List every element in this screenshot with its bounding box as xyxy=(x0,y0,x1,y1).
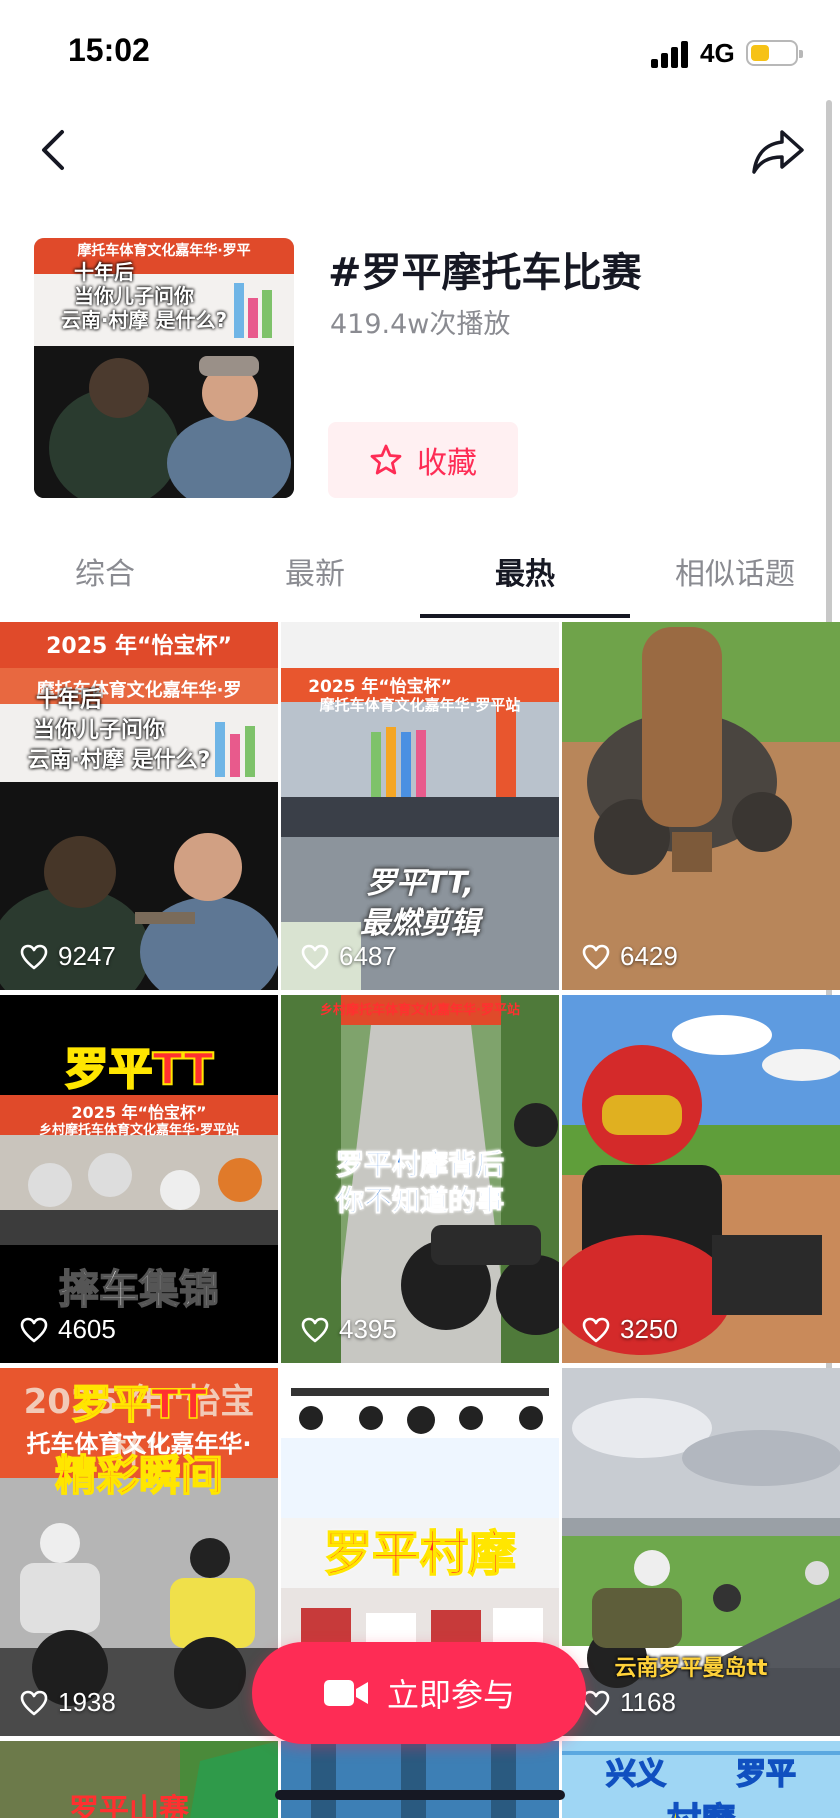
video-card[interactable]: 6429 xyxy=(562,622,840,990)
favorite-label: 收藏 xyxy=(417,446,477,481)
video-title-line: 罗平TT, xyxy=(365,866,475,901)
like-count-value: 4395 xyxy=(339,1314,397,1344)
video-card[interactable]: 2025 年“怡宝杯” 摩托车体育文化嘉年华·罗 十年后 当你儿子问你 云南·村… xyxy=(0,622,278,990)
like-count-value: 6429 xyxy=(620,941,678,971)
video-card[interactable]: 2025 年“怡宝杯” 托车体育文化嘉年华· 罗平TT 精彩瞬间 1938 xyxy=(0,1368,278,1736)
video-title-line: 罗平村摩 xyxy=(323,1525,517,1583)
video-title-line: 罗平山赛 xyxy=(69,1793,189,1818)
video-title-line: 罗平TT xyxy=(71,1381,208,1429)
active-tab-indicator xyxy=(420,614,630,618)
like-count: 3250 xyxy=(582,1314,678,1345)
tab-similar-topics[interactable]: 相似话题 xyxy=(630,540,840,620)
tab-bar: 综合 最新 最热 相似话题 xyxy=(0,540,840,620)
video-title-line: 十年后 xyxy=(35,688,102,713)
video-card[interactable]: 罗平TT 2025 年“怡宝杯” 乡村摩托车体育文化嘉年华·罗平站 摔车集锦 4… xyxy=(0,995,278,1363)
video-card[interactable]: 乡村摩托车体育文化嘉年华·罗平站 罗平村摩背后 你不知道的事 4395 xyxy=(281,995,559,1363)
topic-cover-image: 摩托车体育文化嘉年华·罗平 十年后 当你儿子问你 云南·村摩 是什么? xyxy=(34,238,294,498)
like-count: 9247 xyxy=(20,941,116,972)
heart-icon xyxy=(582,1317,610,1342)
video-title-line: 当你儿子问你 xyxy=(32,718,165,743)
video-card[interactable]: 云南罗平曼岛tt 1168 xyxy=(562,1368,840,1736)
video-title-line: 云南罗平曼岛tt xyxy=(614,1656,768,1681)
top-nav xyxy=(0,110,840,190)
like-count: 6487 xyxy=(301,941,397,972)
like-count-value: 4605 xyxy=(58,1314,116,1344)
share-button[interactable] xyxy=(748,120,808,180)
status-bar: 15:02 4G xyxy=(0,0,840,100)
topic-play-count: 419.4w次播放 xyxy=(330,309,511,340)
video-title-line: 你不知道的事 xyxy=(335,1184,504,1218)
chevron-left-icon xyxy=(42,130,64,170)
like-count: 4605 xyxy=(20,1314,116,1345)
like-count-value: 3250 xyxy=(620,1314,678,1344)
favorite-button[interactable]: 收藏 xyxy=(328,422,518,498)
video-card[interactable]: 兴义 罗平 村摩 xyxy=(562,1741,840,1818)
heart-icon xyxy=(20,944,48,969)
tab-latest[interactable]: 最新 xyxy=(210,540,420,620)
video-title-line: 乡村摩托车体育文化嘉年华·罗平站 xyxy=(320,1003,520,1018)
join-now-button[interactable]: 立即参与 xyxy=(252,1642,586,1744)
heart-icon xyxy=(582,1690,610,1715)
video-card[interactable]: 2025 年“怡宝杯” 摩托车体育文化嘉年华·罗平站 罗平TT, 最燃剪辑 64… xyxy=(281,622,559,990)
video-title-line: 2025 年“怡宝杯” xyxy=(46,634,232,659)
like-count: 1168 xyxy=(582,1687,676,1718)
like-count-value: 1168 xyxy=(620,1687,676,1717)
heart-icon xyxy=(301,944,329,969)
video-title-line: 村摩 xyxy=(562,1793,840,1818)
join-now-label: 立即参与 xyxy=(386,1676,515,1714)
video-title-line: 摩托车体育文化嘉年华·罗平站 xyxy=(319,696,521,714)
like-count: 1938 xyxy=(20,1687,116,1718)
back-button[interactable] xyxy=(30,120,80,180)
video-title-line: 精彩瞬间 xyxy=(54,1450,224,1501)
video-title-line: 摔车集锦 xyxy=(58,1266,220,1314)
tab-overall[interactable]: 综合 xyxy=(0,540,210,620)
video-title-line: 罗平TT xyxy=(63,1043,214,1096)
star-icon xyxy=(370,444,402,475)
share-arrow-icon xyxy=(752,130,804,174)
network-type: 4G xyxy=(700,38,735,68)
heart-icon xyxy=(301,1317,329,1342)
battery-icon xyxy=(746,40,803,66)
topic-title: #罗平摩托车比赛 xyxy=(328,250,642,296)
heart-icon xyxy=(20,1317,48,1342)
like-count-value: 6487 xyxy=(339,941,397,971)
video-camera-icon xyxy=(323,1680,368,1706)
heart-icon xyxy=(20,1690,48,1715)
signal-icon xyxy=(651,40,691,68)
video-card[interactable] xyxy=(281,1741,559,1818)
like-count: 6429 xyxy=(582,941,678,972)
status-time: 15:02 xyxy=(68,32,150,68)
cover-line-3: 云南·村摩 是什么? xyxy=(60,308,228,332)
heart-icon xyxy=(582,944,610,969)
video-card[interactable]: 罗平山赛 xyxy=(0,1741,278,1818)
video-title-line: 最燃剪辑 xyxy=(360,906,480,941)
like-count-value: 9247 xyxy=(58,941,116,971)
video-title-line: 罗平 xyxy=(735,1756,797,1793)
like-count-value: 1938 xyxy=(58,1687,116,1717)
video-card[interactable]: 3250 xyxy=(562,995,840,1363)
video-title-line: 云南·村摩 是什么? xyxy=(27,748,211,773)
tab-hottest[interactable]: 最热 xyxy=(420,540,630,620)
video-title-line: 乡村摩托车体育文化嘉年华·罗平站 xyxy=(39,1123,239,1138)
like-count: 4395 xyxy=(301,1314,397,1345)
home-indicator[interactable] xyxy=(275,1790,565,1800)
video-title-line: 罗平村摩背后 xyxy=(335,1148,504,1182)
